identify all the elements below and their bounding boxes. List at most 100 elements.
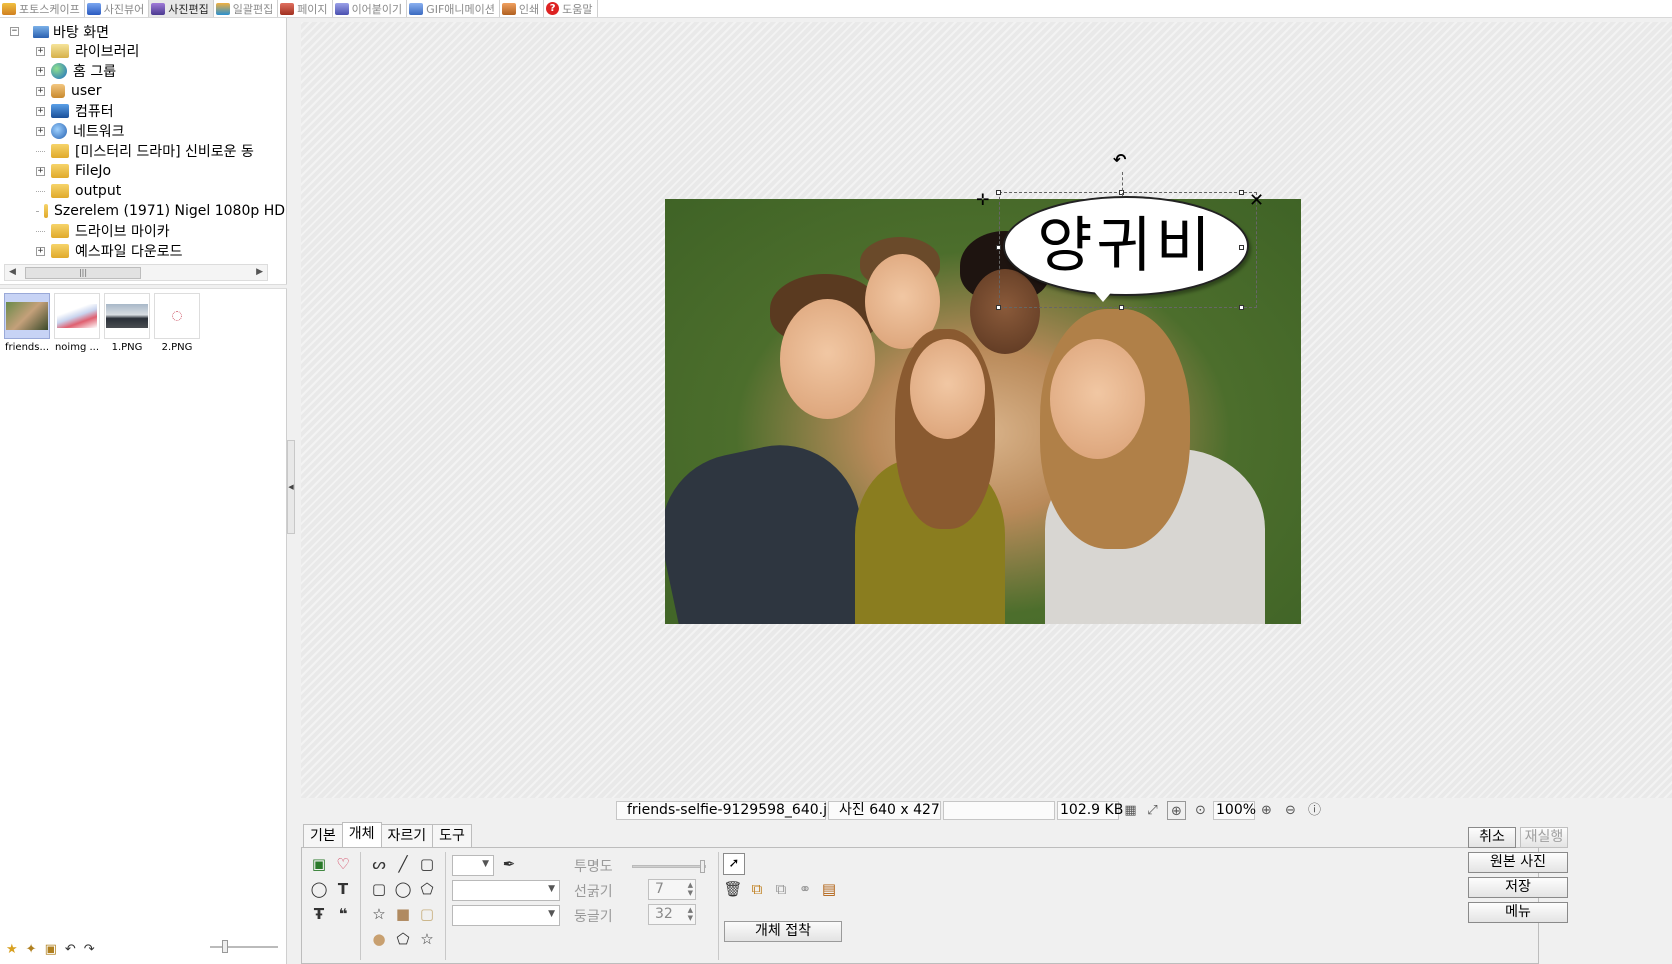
thumbnail-item[interactable]: friends... [4, 293, 50, 353]
resize-handle[interactable] [1239, 190, 1244, 195]
collapse-icon[interactable]: − [10, 27, 19, 36]
tab-help[interactable]: ? 도움말 [544, 0, 598, 17]
expand-icon[interactable]: + [36, 126, 45, 136]
insert-icon-icon[interactable]: ♡ [332, 853, 354, 875]
text-style-icon[interactable]: Ŧ [308, 903, 330, 925]
spinner-arrows-icon[interactable]: ▲ ▼ [688, 881, 693, 897]
rectangle-icon[interactable]: ▢ [416, 853, 438, 875]
fill-style-dropdown[interactable]: ▼ [452, 905, 560, 926]
tree-horizontal-scrollbar[interactable]: ◀ ||| ▶ [4, 264, 268, 281]
expand-icon[interactable]: + [36, 86, 45, 96]
forward-arrow-icon[interactable]: ↷ [84, 942, 95, 957]
opacity-slider[interactable] [632, 860, 706, 873]
expand-icon[interactable]: + [36, 106, 45, 116]
expand-icon[interactable]: + [36, 166, 45, 176]
tab-combine[interactable]: 이어붙이기 [333, 0, 408, 17]
quote-icon[interactable]: ❝ [332, 903, 354, 925]
tree-item-user[interactable]: + user [10, 81, 285, 101]
star-icon[interactable]: ☆ [368, 903, 390, 925]
tree-item-filejo[interactable]: + FileJo [10, 161, 285, 181]
insert-photo-icon[interactable]: ▣ [308, 853, 330, 875]
tree-item-library[interactable]: + 라이브러리 [10, 41, 285, 61]
object-list-icon[interactable]: ▤ [818, 878, 840, 900]
thumbnail-size-slider[interactable] [210, 940, 278, 953]
tree-item-homegroup[interactable]: + 홈 그룹 [10, 61, 285, 81]
tab-object[interactable]: 개체 [341, 822, 382, 847]
resize-handle[interactable] [1239, 245, 1244, 250]
menu-button[interactable]: 메뉴 [1468, 902, 1568, 923]
original-photo-button[interactable]: 원본 사진 [1468, 852, 1568, 873]
tree-item-output[interactable]: output [10, 181, 285, 201]
expand-icon[interactable]: + [36, 246, 45, 256]
thumbnail-item[interactable]: 1.PNG [104, 293, 150, 353]
open-folder-icon[interactable]: ▣ [45, 942, 57, 957]
thumbnail-item[interactable]: noimg ... [54, 293, 100, 353]
undo-button[interactable]: 취소 [1468, 827, 1516, 848]
tree-item-folder[interactable]: [미스터리 드라마] 신비로운 동 [10, 141, 285, 161]
diamond-icon[interactable]: ⬠ [416, 878, 438, 900]
resize-handle[interactable] [996, 245, 1001, 250]
favorite-star-icon[interactable]: ★ [6, 942, 18, 957]
zoom-out-icon[interactable]: ⊖ [1281, 801, 1300, 820]
tree-item-yesfile[interactable]: + 예스파일 다운로드 [10, 241, 285, 261]
expand-icon[interactable]: + [36, 46, 45, 56]
tab-photoscape[interactable]: 포토스케이프 [0, 0, 85, 17]
resize-handle[interactable] [996, 190, 1001, 195]
resize-handle[interactable] [1239, 305, 1244, 310]
scroll-left-icon[interactable]: ◀ [9, 267, 16, 277]
thumbnail-item[interactable]: 2.PNG [154, 293, 200, 353]
tab-basic[interactable]: 기본 [303, 824, 343, 847]
speech-bubble[interactable]: 양귀비 [1003, 196, 1249, 296]
actual-size-icon[interactable]: ⊕ [1167, 801, 1186, 820]
zoom-in-icon[interactable]: ⊕ [1257, 801, 1276, 820]
expand-icon[interactable]: + [36, 66, 45, 76]
rounded-rect-icon[interactable]: ▢ [368, 878, 390, 900]
tree-item-computer[interactable]: + 컴퓨터 [10, 101, 285, 121]
tab-page[interactable]: 페이지 [278, 0, 333, 17]
filled-rect-icon[interactable]: ■ [392, 903, 414, 925]
opacity-slider-knob[interactable] [700, 860, 705, 873]
circle-icon[interactable]: ◯ [392, 878, 414, 900]
edit-canvas[interactable]: 양귀비 ↶ ✕ ✛ [301, 22, 1672, 798]
transparency-icon[interactable]: ▦ [1121, 801, 1140, 820]
tab-print[interactable]: 인쇄 [500, 0, 545, 17]
slider-knob[interactable] [222, 940, 228, 953]
redo-button[interactable]: 재실행 [1520, 827, 1568, 848]
scroll-right-icon[interactable]: ▶ [256, 267, 263, 277]
resize-handle[interactable] [996, 305, 1001, 310]
save-button[interactable]: 저장 [1468, 877, 1568, 898]
resize-handle[interactable] [1119, 305, 1124, 310]
pentagon-icon[interactable]: ⬠ [392, 928, 414, 950]
tab-viewer[interactable]: 사진뷰어 [85, 0, 150, 17]
tab-batch[interactable]: 일괄편집 [214, 0, 279, 17]
collapse-panel-button[interactable]: ◀ [287, 440, 295, 534]
line-icon[interactable]: ╱ [392, 853, 414, 875]
filled-rounded-rect-icon[interactable]: ▢ [416, 903, 438, 925]
eyedropper-icon[interactable]: ✒ [498, 853, 520, 875]
color-picker-dropdown[interactable]: ▼ [452, 855, 494, 876]
panel-splitter[interactable] [0, 284, 287, 289]
tree-item-folder[interactable]: Szerelem (1971) Nigel 1080p HD [10, 201, 285, 221]
text-tool-icon[interactable]: T [332, 878, 354, 900]
line-style-dropdown[interactable]: ▼ [452, 880, 560, 901]
tab-crop[interactable]: 자르기 [380, 824, 434, 847]
speech-bubble-tool-icon[interactable]: ◯ [308, 878, 330, 900]
scrollbar-thumb[interactable]: ||| [25, 267, 141, 279]
delete-object-icon[interactable]: ✕ [1249, 190, 1264, 211]
rotate-icon[interactable]: ↶ [1113, 150, 1126, 169]
tab-gif[interactable]: GIF애니메이션 [407, 0, 500, 17]
line-width-spinner[interactable]: 7 ▲ ▼ [648, 879, 696, 900]
freehand-icon[interactable]: ᔕ [368, 853, 390, 875]
back-arrow-icon[interactable]: ↶ [65, 942, 76, 957]
favorite-add-icon[interactable]: ✦ [26, 942, 37, 957]
send-back-icon[interactable]: ⧉ [770, 878, 792, 900]
info-icon[interactable]: ⓘ [1305, 801, 1324, 820]
tree-item-folder[interactable]: 드라이브 마이카 [10, 221, 285, 241]
star-outline-icon[interactable]: ☆ [416, 928, 438, 950]
zoom-fit-icon[interactable]: ⊙ [1191, 801, 1210, 820]
group-icon[interactable]: ⚭ [794, 878, 816, 900]
bring-front-icon[interactable]: ⧉ [746, 878, 768, 900]
tab-editor[interactable]: 사진편집 [149, 0, 214, 17]
tree-item-network[interactable]: + 네트워크 [10, 121, 285, 141]
delete-object-tool-icon[interactable]: 🗑 [722, 878, 744, 900]
